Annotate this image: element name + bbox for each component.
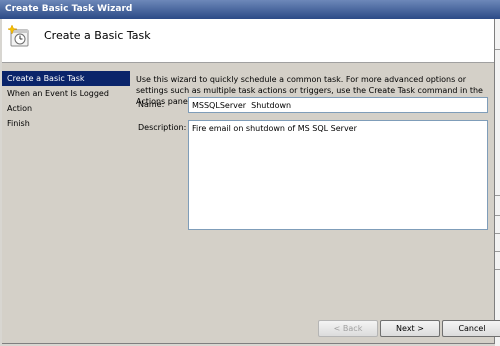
- back-button[interactable]: < Back: [318, 320, 378, 337]
- background-window-edge: [495, 19, 500, 346]
- nav-step-action[interactable]: Action: [2, 101, 130, 116]
- wizard-steps-nav: Create a Basic Task When an Event Is Log…: [2, 71, 130, 131]
- cancel-button[interactable]: Cancel: [442, 320, 500, 337]
- nav-step-create-basic-task[interactable]: Create a Basic Task: [2, 71, 130, 86]
- window-title: Create Basic Task Wizard: [5, 4, 133, 14]
- name-label: Name:: [138, 100, 165, 109]
- page-title: Create a Basic Task: [44, 29, 151, 42]
- nav-step-finish[interactable]: Finish: [2, 116, 130, 131]
- nav-step-when-event-logged[interactable]: When an Event Is Logged: [2, 86, 130, 101]
- name-field[interactable]: [188, 97, 488, 113]
- wizard-dialog: Create a Basic Task Create a Basic Task …: [2, 19, 500, 344]
- wizard-header: Create a Basic Task: [2, 19, 494, 63]
- description-label: Description:: [138, 123, 187, 132]
- scheduled-task-clock-icon: [8, 25, 29, 47]
- description-field[interactable]: Fire email on shutdown of MS SQL Server: [188, 120, 488, 230]
- window-title-bar[interactable]: Create Basic Task Wizard: [0, 0, 500, 19]
- next-button[interactable]: Next >: [380, 320, 440, 337]
